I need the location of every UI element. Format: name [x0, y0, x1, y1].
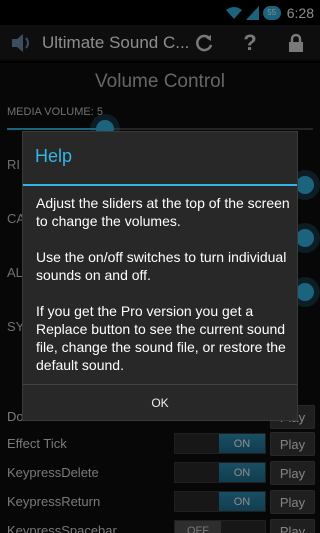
help-dialog: Help Adjust the sliders at the top of th… — [22, 131, 298, 421]
dialog-paragraph: Adjust the sliders at the top of the scr… — [36, 195, 290, 229]
dialog-paragraph: Use the on/off switches to turn individu… — [36, 249, 287, 283]
dialog-message: Adjust the sliders at the top of the scr… — [36, 194, 290, 392]
dialog-title: Help — [35, 146, 73, 166]
dialog-divider — [23, 184, 297, 186]
ok-button[interactable]: OK — [23, 385, 297, 421]
dialog-paragraph: If you get the Pro version you get a Rep… — [36, 303, 286, 373]
